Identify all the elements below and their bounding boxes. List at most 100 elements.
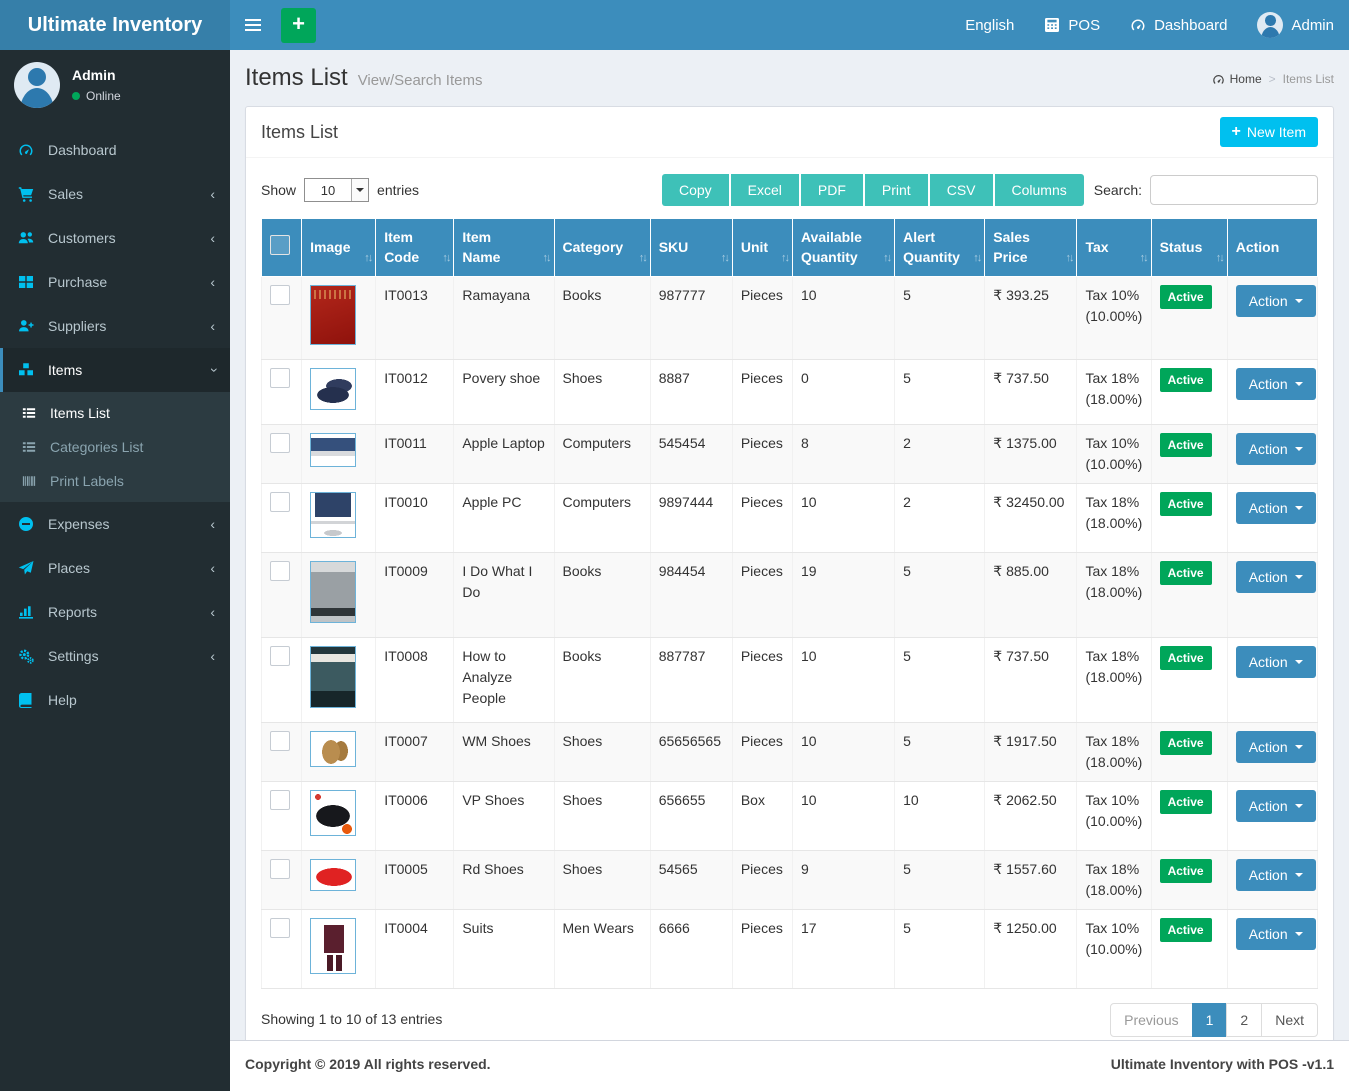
action-button[interactable]: Action — [1236, 918, 1316, 950]
row-checkbox[interactable] — [270, 731, 290, 751]
quick-add-button[interactable]: + — [281, 8, 316, 43]
action-button[interactable]: Action — [1236, 433, 1316, 465]
item-image — [310, 918, 356, 974]
row-checkbox[interactable] — [270, 492, 290, 512]
column-header-available-quantity[interactable]: Available Quantity↑↓ — [792, 219, 894, 277]
column-header-category[interactable]: Category↑↓ — [554, 219, 650, 277]
sidebar-toggle-button[interactable] — [230, 0, 275, 50]
row-checkbox[interactable] — [270, 368, 290, 388]
cubes-icon — [18, 362, 38, 378]
search-input[interactable] — [1150, 175, 1318, 205]
previous-page-button[interactable]: Previous — [1110, 1003, 1192, 1037]
column-header-alert-quantity[interactable]: Alert Quantity↑↓ — [895, 219, 985, 277]
sidebar-item-reports[interactable]: Reports ‹ — [0, 590, 230, 634]
row-checkbox[interactable] — [270, 790, 290, 810]
breadcrumb: Home > Items List — [1212, 72, 1334, 86]
sort-icon: ↑↓ — [973, 251, 980, 267]
items-submenu: Items List Categories List Print Labels — [0, 392, 230, 502]
page-length-select[interactable]: 10 — [304, 178, 369, 202]
select-arrow-icon — [351, 179, 368, 201]
row-checkbox[interactable] — [270, 285, 290, 305]
plus-icon: + — [1232, 124, 1241, 140]
column-header-status[interactable]: Status↑↓ — [1151, 219, 1227, 277]
sidebar-item-places[interactable]: Places ‹ — [0, 546, 230, 590]
panel-body: Show 10 entries Copy Excel PDF Print CSV… — [246, 158, 1333, 1057]
action-button[interactable]: Action — [1236, 492, 1316, 524]
content-area: Items List View/Search Items Home > Item… — [230, 50, 1349, 1091]
status-badge: Active — [1160, 285, 1212, 309]
item-image — [310, 646, 356, 708]
breadcrumb-home-link[interactable]: Home — [1212, 72, 1262, 86]
sidebar-item-dashboard[interactable]: Dashboard — [0, 128, 230, 172]
caret-down-icon — [1295, 873, 1303, 877]
column-header-unit[interactable]: Unit↑↓ — [732, 219, 792, 277]
panel-header: Items List + New Item — [246, 107, 1333, 158]
nav-language[interactable]: English — [950, 0, 1029, 50]
panel-title: Items List — [261, 122, 338, 143]
pdf-button[interactable]: PDF — [799, 174, 863, 206]
column-header-sku[interactable]: SKU↑↓ — [650, 219, 732, 277]
columns-button[interactable]: Columns — [993, 174, 1084, 206]
nav-user-menu[interactable]: Admin — [1242, 0, 1349, 50]
select-all-checkbox[interactable] — [270, 235, 290, 255]
sidebar-item-purchase[interactable]: Purchase ‹ — [0, 260, 230, 304]
table-row: IT0005 Rd Shoes Shoes 54565 Pieces 9 5 ₹… — [262, 850, 1318, 909]
row-checkbox[interactable] — [270, 433, 290, 453]
entries-label: entries — [377, 182, 419, 198]
sidebar-item-expenses[interactable]: Expenses ‹ — [0, 502, 230, 546]
items-list-panel: Items List + New Item Show 10 entries Co… — [245, 106, 1334, 1058]
sidebar-item-settings[interactable]: Settings ‹ — [0, 634, 230, 678]
csv-button[interactable]: CSV — [928, 174, 993, 206]
book-icon — [18, 692, 38, 708]
brand-logo[interactable]: Ultimate Inventory — [0, 0, 230, 50]
user-status[interactable]: Online — [72, 89, 121, 103]
sidebar-menu: Dashboard Sales ‹ Customers ‹ Purchase ‹… — [0, 128, 230, 722]
column-header-item-name[interactable]: Item Name↑↓ — [454, 219, 554, 277]
page-2-button[interactable]: 2 — [1226, 1003, 1262, 1037]
next-page-button[interactable]: Next — [1261, 1003, 1318, 1037]
column-header-tax[interactable]: Tax↑↓ — [1077, 219, 1151, 277]
sidebar-item-sales[interactable]: Sales ‹ — [0, 172, 230, 216]
page-1-button[interactable]: 1 — [1192, 1003, 1228, 1037]
column-header-image[interactable]: Image↑↓ — [302, 219, 376, 277]
print-button[interactable]: Print — [863, 174, 928, 206]
breadcrumb-current: Items List — [1283, 72, 1334, 86]
sidebar-item-print-labels[interactable]: Print Labels — [0, 464, 230, 498]
home-icon — [1212, 73, 1225, 86]
sidebar-item-customers[interactable]: Customers ‹ — [0, 216, 230, 260]
caret-down-icon — [1295, 745, 1303, 749]
row-checkbox[interactable] — [270, 918, 290, 938]
row-checkbox[interactable] — [270, 646, 290, 666]
content-header: Items List View/Search Items Home > Item… — [230, 50, 1349, 98]
new-item-button[interactable]: + New Item — [1220, 117, 1318, 147]
action-button[interactable]: Action — [1236, 646, 1316, 678]
tachometer-icon — [1130, 17, 1146, 33]
table-row: IT0004 Suits Men Wears 6666 Pieces 17 5 … — [262, 909, 1318, 988]
excel-button[interactable]: Excel — [729, 174, 799, 206]
action-button[interactable]: Action — [1236, 859, 1316, 891]
sidebar-item-suppliers[interactable]: Suppliers ‹ — [0, 304, 230, 348]
column-header-item-code[interactable]: Item Code↑↓ — [376, 219, 454, 277]
nav-dashboard[interactable]: Dashboard — [1115, 0, 1242, 50]
sidebar-item-help[interactable]: Help — [0, 678, 230, 722]
pagination: Previous 1 2 Next — [1110, 1003, 1318, 1037]
action-button[interactable]: Action — [1236, 368, 1316, 400]
copy-button[interactable]: Copy — [662, 174, 729, 206]
nav-pos[interactable]: POS — [1029, 0, 1115, 50]
action-button[interactable]: Action — [1236, 790, 1316, 822]
sidebar-item-items[interactable]: Items ‹ — [0, 348, 230, 392]
action-button[interactable]: Action — [1236, 561, 1316, 593]
status-badge: Active — [1160, 433, 1212, 457]
hamburger-icon — [245, 19, 261, 21]
row-checkbox[interactable] — [270, 561, 290, 581]
sidebar-item-categories-list[interactable]: Categories List — [0, 430, 230, 464]
action-button[interactable]: Action — [1236, 731, 1316, 763]
chevron-down-icon: ‹ — [205, 368, 221, 373]
sidebar-item-items-list[interactable]: Items List — [0, 396, 230, 430]
sort-icon: ↑↓ — [781, 251, 788, 267]
column-header-sales-price[interactable]: Sales Price↑↓ — [985, 219, 1077, 277]
action-button[interactable]: Action — [1236, 285, 1316, 317]
sort-icon: ↑↓ — [1140, 251, 1147, 267]
row-checkbox[interactable] — [270, 859, 290, 879]
sort-icon: ↑↓ — [442, 251, 449, 267]
